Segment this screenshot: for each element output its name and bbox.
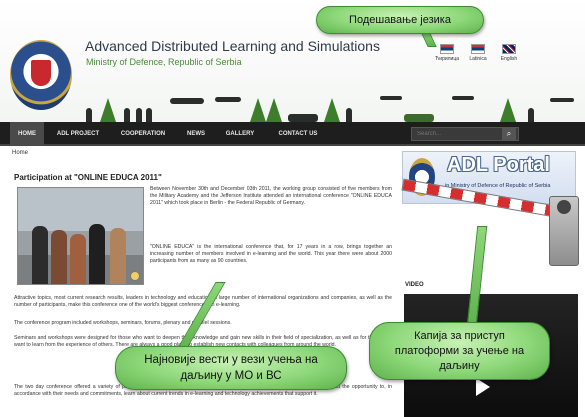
language-latin[interactable]: Latinica — [464, 44, 492, 62]
nav-gallery[interactable]: GALLERY — [218, 122, 262, 146]
search-icon[interactable]: ⌕ — [502, 127, 516, 141]
soldier-silhouette-icon — [146, 108, 152, 122]
callout-language-settings: Подешавање језика — [316, 6, 484, 34]
language-english[interactable]: English — [495, 44, 523, 62]
serbia-flag-icon — [471, 44, 485, 54]
language-selector: Ћирилица Latinica English — [433, 44, 523, 68]
person-figure — [51, 230, 67, 284]
nav-cooperation[interactable]: COOPERATION — [112, 122, 174, 146]
language-label: English — [500, 56, 518, 62]
tree-icon — [100, 98, 116, 122]
soldier-silhouette-icon — [124, 108, 130, 122]
tree-icon — [250, 98, 266, 122]
person-figure — [32, 226, 48, 284]
gate-hinge-icon — [557, 200, 571, 214]
main-navigation: HOME ADL PROJECT COOPERATION NEWS GALLER… — [0, 122, 585, 146]
site-subtitle: Ministry of Defence, Republic of Serbia — [86, 57, 242, 67]
callout-text: платоформи за учење на — [394, 345, 525, 357]
conference-photo[interactable] — [17, 187, 144, 285]
callout-text: даљину у МО и ВС — [180, 370, 282, 382]
page: { "header": { "title": "Advanced Distrib… — [0, 0, 585, 417]
tree-icon — [500, 98, 516, 122]
jet-icon — [452, 96, 474, 100]
breadcrumb[interactable]: Home — [12, 150, 28, 156]
article-title[interactable]: Participation at "ONLINE EDUCA 2011" — [14, 173, 162, 182]
callout-latest-news: Најновије вести у вези учења на даљину у… — [115, 346, 347, 390]
callout-text: Најновије вести у вези учења на — [144, 354, 318, 366]
crest-shield-icon — [31, 60, 51, 86]
portal-title: ADL Portal — [447, 154, 550, 176]
soldier-silhouette-icon — [136, 108, 142, 122]
aircraft-icon — [215, 97, 241, 102]
language-cyrillic[interactable]: Ћирилица — [433, 44, 461, 62]
callout-text: Подешавање језика — [349, 14, 451, 26]
person-figure — [89, 224, 105, 284]
uk-flag-icon — [502, 44, 516, 54]
soldier-silhouette-icon — [346, 108, 352, 122]
language-label: Latinica — [469, 56, 487, 62]
zoom-icon[interactable] — [130, 271, 140, 281]
military-silhouettes-banner — [80, 92, 585, 122]
person-figure — [110, 228, 126, 284]
armored-vehicle-icon — [404, 114, 434, 122]
callout-text: Капија за приступ — [414, 330, 505, 342]
person-figure — [70, 234, 86, 284]
tree-icon — [266, 98, 282, 122]
ministry-crest-logo[interactable] — [10, 40, 72, 110]
site-title[interactable]: Advanced Distributed Learning and Simula… — [85, 38, 380, 54]
language-label: Ћирилица — [435, 56, 459, 62]
soldier-silhouette-icon — [86, 108, 92, 122]
article-paragraph: Between November 30th and December 03th … — [150, 186, 392, 207]
nav-adl-project[interactable]: ADL PROJECT — [50, 122, 106, 146]
callout-text: даљину — [439, 360, 480, 372]
video-heading: VIDEO — [405, 282, 424, 288]
tank-icon — [288, 114, 318, 122]
nav-home[interactable]: HOME — [10, 122, 44, 146]
jet-icon — [380, 96, 402, 100]
serbia-flag-icon — [440, 44, 454, 54]
jet-icon — [550, 98, 574, 102]
soldier-silhouette-icon — [528, 108, 534, 122]
helicopter-icon — [170, 98, 204, 104]
callout-portal-gate: Капија за приступ платоформи за учење на… — [369, 322, 550, 380]
article-paragraph: "ONLINE EDUCA" is the international conf… — [150, 244, 392, 265]
site-header: Advanced Distributed Learning and Simula… — [0, 0, 585, 122]
tree-icon — [324, 98, 340, 122]
nav-contact-us[interactable]: CONTACT US — [268, 122, 328, 146]
play-icon[interactable] — [476, 378, 490, 396]
nav-news[interactable]: NEWS — [180, 122, 212, 146]
